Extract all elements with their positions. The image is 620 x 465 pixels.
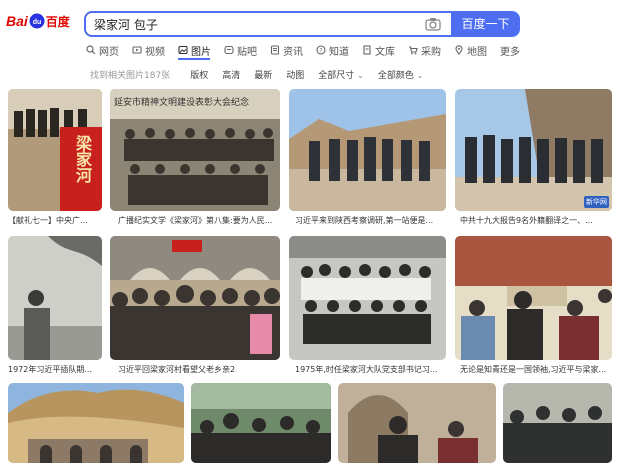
svg-text:du: du bbox=[33, 19, 42, 26]
result-image-10[interactable] bbox=[191, 383, 331, 463]
filter-latest[interactable]: 最新 bbox=[254, 68, 272, 81]
filter-size-label: 全部尺寸 bbox=[318, 70, 355, 81]
tab-more[interactable]: 更多 bbox=[500, 41, 520, 59]
tieba-icon bbox=[224, 45, 234, 55]
result-image-12[interactable] bbox=[503, 383, 612, 463]
cart-icon bbox=[409, 46, 418, 55]
chevron-down-icon: ⌄ bbox=[416, 70, 424, 80]
search-box bbox=[84, 11, 451, 37]
photo-group-indoor bbox=[503, 383, 612, 463]
watermark-badge: 新华网 bbox=[584, 196, 609, 208]
photo-cave-interior bbox=[338, 383, 496, 463]
tab-purchase[interactable]: 采购 bbox=[408, 41, 441, 59]
result-image-8[interactable] bbox=[455, 236, 612, 360]
filter-bar: 找到相关图片187张 版权 高清 最新 动图 全部尺寸 ⌄ 全部颜色 ⌄ bbox=[90, 66, 520, 82]
result-image-2[interactable]: 延安市精神文明建设表彰大会纪念 bbox=[110, 89, 280, 211]
tab-images[interactable]: 图片 bbox=[178, 41, 211, 59]
tab-label: 贴吧 bbox=[237, 46, 257, 58]
nav-tabs: 网页 视频 图片 贴吧 资讯 ? 知道 文库 采购 地图 更多 bbox=[86, 41, 533, 59]
wenku-icon bbox=[363, 45, 371, 55]
chevron-down-icon: ⌄ bbox=[357, 70, 364, 80]
tab-web[interactable]: 网页 bbox=[86, 41, 119, 59]
camera-icon[interactable] bbox=[425, 17, 441, 31]
photo-visit-hillside bbox=[289, 89, 446, 211]
logo-text-bai: Bai bbox=[6, 13, 28, 29]
result-caption-2[interactable]: 广播纪实文学《梁家河》第八集:要为人民... bbox=[118, 215, 278, 226]
active-tab-indicator bbox=[178, 58, 210, 60]
tab-label: 视频 bbox=[145, 46, 165, 58]
tab-label: 采购 bbox=[421, 46, 441, 58]
photo-crowd-visit bbox=[191, 383, 331, 463]
filter-color-label: 全部颜色 bbox=[377, 70, 414, 81]
result-image-1[interactable]: 梁家河 bbox=[8, 89, 102, 211]
photo-cadres-group-bw bbox=[289, 236, 446, 360]
tab-wenku[interactable]: 文库 bbox=[362, 41, 395, 59]
tab-label: 更多 bbox=[500, 46, 520, 58]
search-button[interactable]: 百度一下 bbox=[451, 11, 520, 37]
news-icon bbox=[270, 45, 280, 55]
photo-visit-village bbox=[455, 89, 612, 211]
photo-young-man-bw bbox=[8, 236, 102, 360]
photo-banner-text: 延安市精神文明建设表彰大会纪念 bbox=[114, 98, 250, 108]
search-icon bbox=[86, 45, 96, 55]
result-caption-7[interactable]: 1975年,时任梁家河大队党支部书记习... bbox=[295, 364, 445, 375]
result-caption-6[interactable]: 习近平回梁家河村看望父老乡亲2 bbox=[118, 364, 278, 375]
tab-news[interactable]: 资讯 bbox=[270, 41, 303, 59]
result-image-3[interactable] bbox=[289, 89, 446, 211]
svg-text:?: ? bbox=[319, 47, 322, 54]
tab-label: 资讯 bbox=[283, 46, 303, 58]
tab-label: 地图 bbox=[467, 46, 487, 58]
tab-video[interactable]: 视频 bbox=[132, 41, 165, 59]
result-count: 找到相关图片187张 bbox=[90, 70, 171, 81]
result-image-5[interactable] bbox=[8, 236, 102, 360]
result-image-7[interactable] bbox=[289, 236, 446, 360]
result-caption-5[interactable]: 1972年习近平插队期... bbox=[8, 364, 102, 375]
result-caption-8[interactable]: 无论是知青还是一国领袖,习近平与梁家... bbox=[460, 364, 610, 375]
tab-tieba[interactable]: 贴吧 bbox=[224, 41, 257, 59]
book-title: 梁家河 bbox=[73, 135, 92, 183]
tab-label: 知道 bbox=[329, 46, 349, 58]
tab-label: 网页 bbox=[99, 46, 119, 58]
photo-cave-dwelling-visit bbox=[455, 236, 612, 360]
search-input[interactable] bbox=[86, 13, 416, 35]
filter-size[interactable]: 全部尺寸 ⌄ bbox=[318, 68, 364, 81]
tab-map[interactable]: 地图 bbox=[454, 41, 487, 59]
baidu-logo[interactable]: Bai du 百度 bbox=[6, 8, 70, 34]
photo-loess-cave-houses bbox=[8, 383, 184, 463]
paw-icon: du bbox=[29, 13, 45, 29]
result-caption-4[interactable]: 中共十九大报告9名外籍翻译之一、... bbox=[460, 215, 610, 226]
logo-text-chinese: 百度 bbox=[45, 14, 70, 29]
filter-color[interactable]: 全部颜色 ⌄ bbox=[378, 68, 424, 81]
photo-crowd-villagers bbox=[110, 236, 280, 360]
map-icon bbox=[455, 45, 463, 55]
filter-copyright[interactable]: 版权 bbox=[190, 68, 208, 81]
filter-hd[interactable]: 高清 bbox=[222, 68, 240, 81]
tab-zhidao[interactable]: ? 知道 bbox=[316, 41, 349, 59]
result-caption-1[interactable]: 【献礼七一】中央广... bbox=[8, 215, 102, 226]
result-image-4[interactable]: 新华网 bbox=[455, 89, 612, 211]
result-caption-3[interactable]: 习近平来到陕西考察调研,第一站便是... bbox=[295, 215, 445, 226]
image-icon bbox=[178, 45, 188, 55]
tab-label: 文库 bbox=[375, 46, 395, 58]
video-icon bbox=[132, 46, 142, 54]
zhidao-icon: ? bbox=[316, 45, 326, 55]
filter-animated[interactable]: 动图 bbox=[286, 68, 304, 81]
result-image-6[interactable] bbox=[110, 236, 280, 360]
result-image-9[interactable] bbox=[8, 383, 184, 463]
tab-label: 图片 bbox=[191, 46, 211, 58]
result-image-11[interactable] bbox=[338, 383, 496, 463]
